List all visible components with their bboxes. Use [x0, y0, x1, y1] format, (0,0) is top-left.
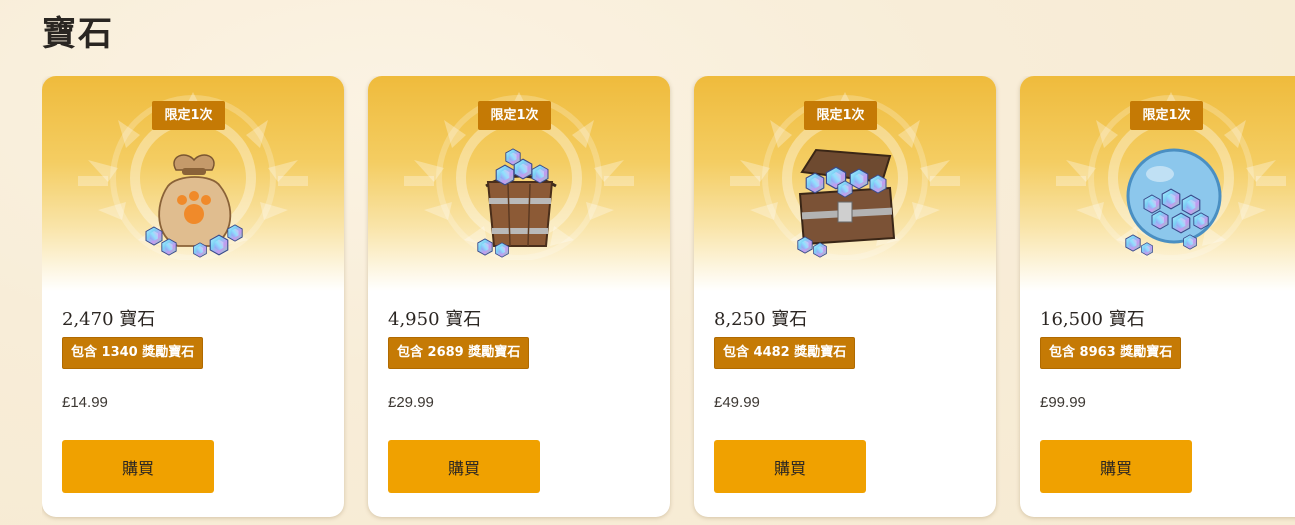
gem-bucket-icon [477, 148, 557, 258]
buy-button[interactable]: 購買 [1040, 440, 1192, 493]
gem-amount: 16,500 寶石 [1040, 309, 1145, 330]
product-card: 限定1次 8,250 寶石 包含 4482 獎勵寶石 £49.99 購買 [694, 76, 996, 517]
product-card: 限定1次 2,470 寶石 包含 1340 獎勵寶石 £14.99 購買 [42, 76, 344, 517]
bonus-badge: 包含 8963 獎勵寶石 [1040, 337, 1182, 369]
buy-button[interactable]: 購買 [388, 440, 540, 493]
gem-bubble-icon [1125, 148, 1222, 256]
gem-amount: 2,470 寶石 [62, 309, 156, 330]
bonus-badge: 包含 4482 獎勵寶石 [714, 337, 856, 369]
limit-badge: 限定1次 [804, 101, 877, 130]
paw-bag-icon [145, 154, 243, 258]
product-list: 限定1次 2,470 寶石 包含 1340 獎勵寶石 £14.99 購買 限定1… [42, 76, 1295, 525]
price: £99.99 [1040, 394, 1086, 411]
price: £14.99 [62, 394, 108, 411]
gem-amount: 8,250 寶石 [714, 309, 808, 330]
price: £29.99 [388, 394, 434, 411]
limit-badge: 限定1次 [1130, 101, 1203, 130]
product-card: 限定1次 4,950 寶石 包含 2689 獎勵寶石 £29.99 購買 [368, 76, 670, 517]
buy-button[interactable]: 購買 [62, 440, 214, 493]
gem-amount: 4,950 寶石 [388, 309, 482, 330]
card-hero: 限定1次 [1020, 76, 1295, 291]
bonus-badge: 包含 2689 獎勵寶石 [388, 337, 530, 369]
treasure-chest-icon [797, 148, 896, 258]
limit-badge: 限定1次 [152, 101, 225, 130]
buy-button[interactable]: 購買 [714, 440, 866, 493]
card-hero: 限定1次 [42, 76, 344, 291]
price: £49.99 [714, 394, 760, 411]
page-title: 寶石 [42, 14, 114, 54]
bonus-badge: 包含 1340 獎勵寶石 [62, 337, 204, 369]
limit-badge: 限定1次 [478, 101, 551, 130]
card-hero: 限定1次 [368, 76, 670, 291]
product-card: 限定1次 16,500 寶石 包含 8963 獎勵寶石 £99.99 購買 [1020, 76, 1295, 517]
card-hero: 限定1次 [694, 76, 996, 291]
